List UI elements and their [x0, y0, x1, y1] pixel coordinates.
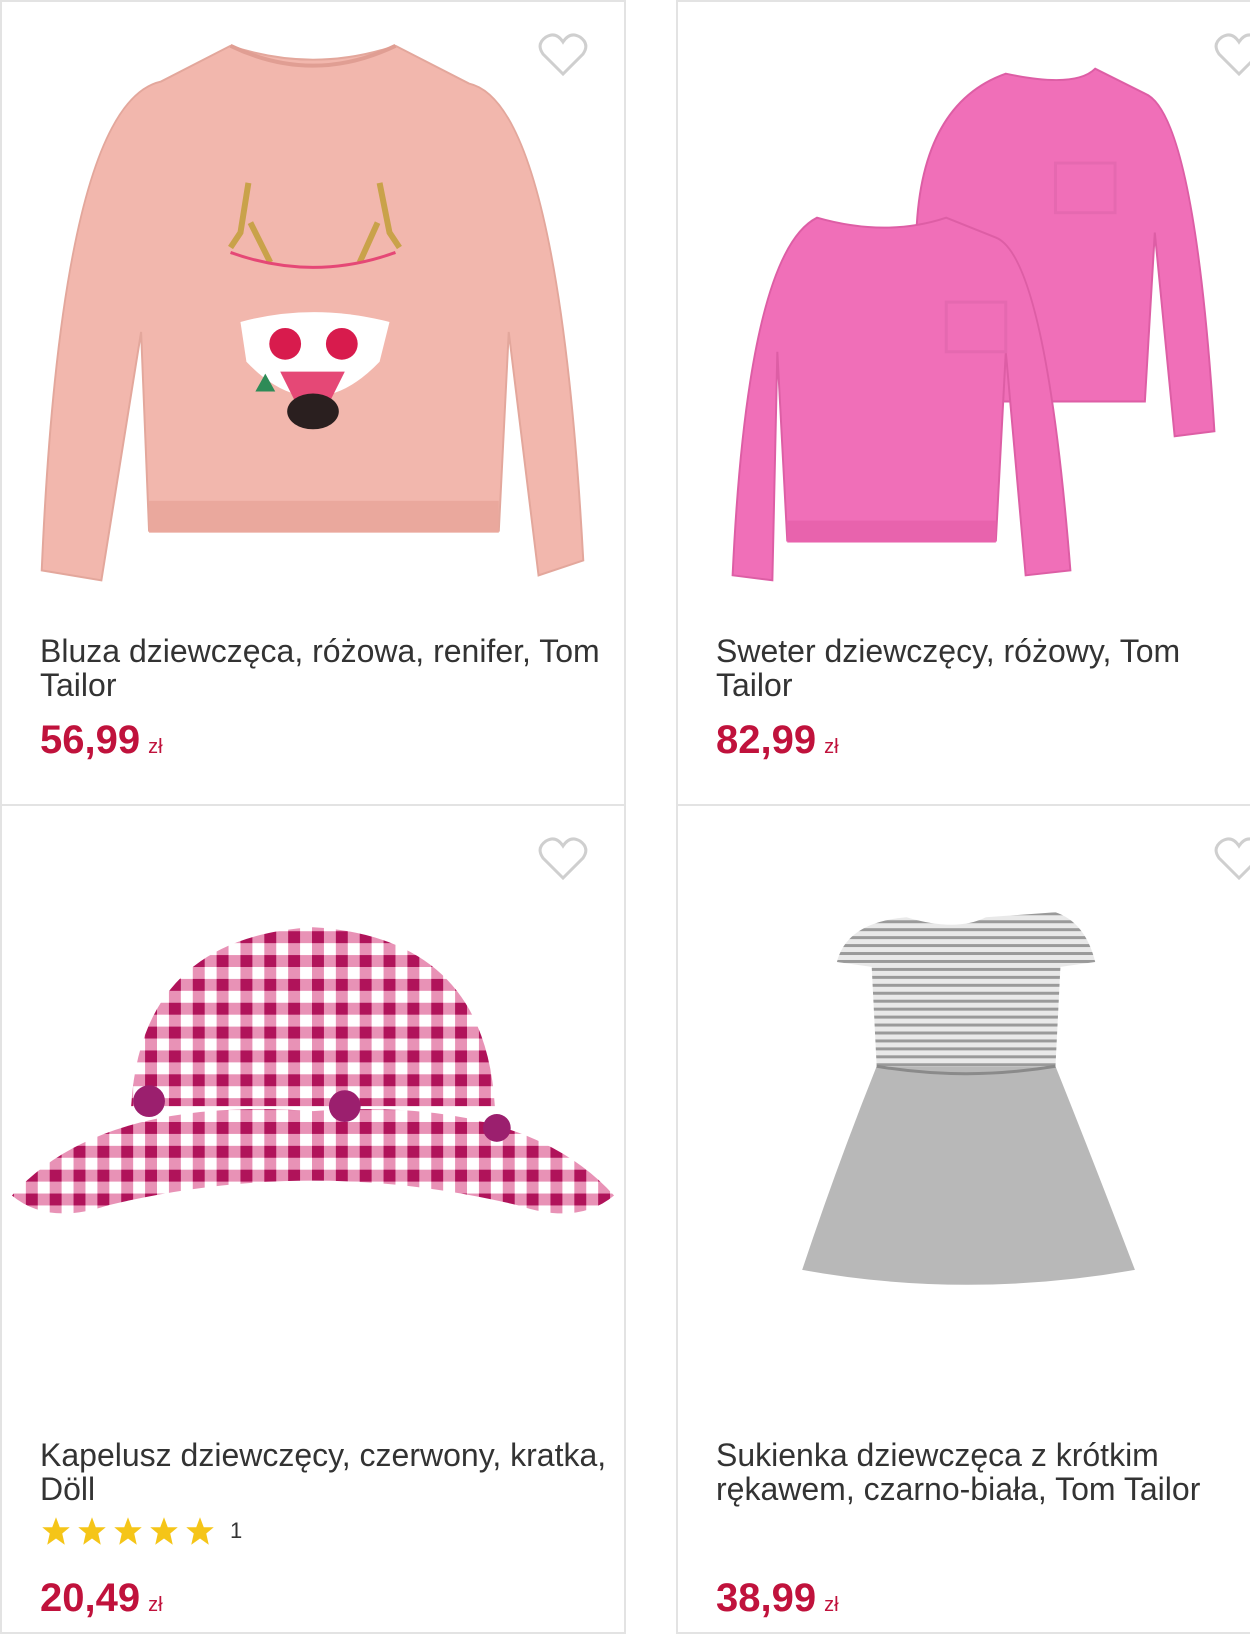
product-card[interactable]: Sweter dziewczęcy, różowy, Tom Tailor 82… [676, 0, 1250, 806]
product-price: 20,49 zł [40, 1576, 163, 1627]
pink-reindeer-sweatshirt-icon [40, 43, 585, 582]
product-price: 38,99 zł [716, 1576, 839, 1627]
price-currency: zł [148, 736, 163, 758]
price-value: 38,99 [716, 1576, 817, 1620]
star-icon [184, 1516, 216, 1546]
rating-count[interactable]: 1 [230, 1518, 242, 1544]
product-title[interactable]: Bluza dziewczęca, różowa, renifer, Tom T… [40, 634, 614, 702]
star-icon [76, 1516, 108, 1546]
wishlist-heart-icon[interactable] [538, 836, 588, 882]
pink-knit-sweaters-icon [731, 67, 1216, 582]
wishlist-heart-icon[interactable] [538, 32, 588, 78]
rating-stars: 1 [40, 1516, 242, 1546]
product-card[interactable]: Sukienka dziewczęca z krótkim rękawem, c… [676, 804, 1250, 1634]
wishlist-heart-icon[interactable] [1214, 32, 1250, 78]
striped-grey-dress-icon [802, 912, 1135, 1285]
product-price: 82,99 zł [716, 718, 839, 769]
product-grid: Bluza dziewczęca, różowa, renifer, Tom T… [0, 0, 1250, 1634]
product-title[interactable]: Kapelusz dziewczęcy, czerwony, kratka, D… [40, 1438, 614, 1506]
product-title[interactable]: Sukienka dziewczęca z krótkim rękawem, c… [716, 1438, 1250, 1506]
product-image[interactable] [678, 32, 1250, 612]
price-value: 82,99 [716, 718, 817, 762]
price-currency: zł [824, 1594, 839, 1616]
star-icon [40, 1516, 72, 1546]
gingham-bucket-hat-icon [11, 927, 615, 1214]
star-icon [148, 1516, 180, 1546]
product-image[interactable] [2, 906, 624, 1336]
product-card[interactable]: Kapelusz dziewczęcy, czerwony, kratka, D… [0, 804, 626, 1634]
wishlist-heart-icon[interactable] [1214, 836, 1250, 882]
product-title[interactable]: Sweter dziewczęcy, różowy, Tom Tailor [716, 634, 1250, 702]
price-currency: zł [824, 736, 839, 758]
price-value: 20,49 [40, 1576, 141, 1620]
product-image[interactable] [678, 906, 1250, 1306]
price-currency: zł [148, 1594, 163, 1616]
product-image[interactable] [2, 32, 624, 612]
product-price: 56,99 zł [40, 718, 163, 769]
star-icon [112, 1516, 144, 1546]
product-card[interactable]: Bluza dziewczęca, różowa, renifer, Tom T… [0, 0, 626, 806]
price-value: 56,99 [40, 718, 141, 762]
